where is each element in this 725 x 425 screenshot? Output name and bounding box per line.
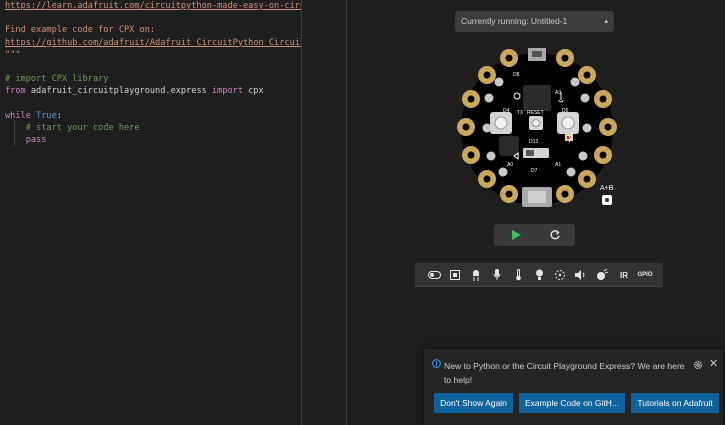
code-token: # start your code here (25, 122, 140, 133)
code-line[interactable]: """ (5, 49, 301, 61)
running-file-label: Currently running: Untitled-1 (461, 16, 568, 26)
microphone-icon[interactable] (490, 268, 504, 282)
gear-icon[interactable] (693, 360, 703, 370)
dont-show-again-button[interactable]: Don't Show Again (434, 393, 513, 413)
simulator-controls (494, 224, 575, 246)
speaker-icon[interactable] (574, 268, 588, 282)
reset-button (529, 116, 543, 130)
running-file-select[interactable]: Currently running: Untitled-1 ▴ (455, 11, 614, 32)
indent-guide (14, 120, 15, 146)
code-token: Find example code for CPX on: (5, 25, 156, 36)
refresh-icon[interactable] (549, 229, 561, 241)
motion-icon[interactable] (553, 268, 567, 282)
code-token: : (56, 110, 62, 121)
button-a (490, 112, 512, 134)
led-icon[interactable] (469, 268, 483, 282)
code-token: cpx (243, 86, 264, 97)
code-token: adafruit_circuitplayground.express (25, 86, 212, 97)
svg-text:A0: A0 (507, 162, 513, 168)
code-token: pass (25, 135, 47, 146)
svg-text:A1: A1 (555, 162, 561, 168)
code-lines[interactable]: https://learn.adafruit.com/circuitpython… (5, 0, 301, 146)
code-line[interactable]: from adafruit_circuitplayground.express … (5, 85, 301, 97)
code-line[interactable]: https://learn.adafruit.com/circuitpython… (5, 0, 301, 12)
tutorials-button[interactable]: Tutorials on Adafruit (631, 393, 719, 413)
code-token: https://github.com/adafruit/Adafruit_Cir… (5, 37, 301, 48)
code-token: """ (5, 49, 21, 60)
svg-text:D8: D8 (513, 72, 520, 78)
code-line[interactable]: pass (5, 134, 301, 146)
thermometer-icon[interactable] (511, 268, 525, 282)
info-icon (432, 359, 441, 368)
code-token: from (5, 86, 26, 97)
processor-chip (523, 85, 551, 111)
play-icon[interactable] (510, 229, 522, 241)
select-chevron-icon: ▴ (604, 18, 608, 25)
svg-text:TX: TX (517, 110, 524, 116)
code-line[interactable]: Find example code for CPX on: (5, 24, 301, 36)
editor-gutter (302, 0, 346, 425)
svg-text:A3: A3 (555, 90, 561, 96)
light-bulb-icon[interactable] (532, 268, 546, 282)
speaker (499, 136, 519, 156)
code-token: # import CPX library (5, 74, 109, 85)
example-code-button[interactable]: Example Code on GitH... (519, 393, 625, 413)
svg-text:D4: D4 (503, 108, 510, 114)
circuit-playground-board[interactable]: RESET TX D13 A0 D7 D5 D4 D8 A3 A1 (457, 48, 617, 210)
svg-text:D5: D5 (562, 108, 569, 114)
accelerometer-icon[interactable] (595, 268, 609, 282)
svg-text:D13: D13 (529, 139, 538, 145)
notification-message: New to Python or the Circuit Playground … (444, 361, 685, 385)
ab-button[interactable] (602, 195, 612, 205)
code-line[interactable]: while True: (5, 110, 301, 122)
code-line[interactable] (5, 61, 301, 73)
code-token: import (211, 86, 244, 97)
code-editor[interactable]: https://learn.adafruit.com/circuitpython… (0, 0, 301, 425)
close-icon[interactable]: ✕ (709, 358, 718, 370)
code-line[interactable] (5, 98, 301, 110)
button-icon[interactable] (448, 268, 462, 282)
switch-icon[interactable] (427, 268, 441, 282)
code-token: while (5, 110, 31, 121)
button-b (557, 112, 579, 134)
ir-icon[interactable]: IR (616, 268, 632, 282)
ab-label: A+B (600, 185, 614, 192)
code-line[interactable]: # start your code here (5, 122, 301, 134)
code-token: True (36, 110, 57, 121)
code-line[interactable] (5, 12, 301, 24)
svg-text:D7: D7 (531, 168, 538, 174)
code-line[interactable]: # import CPX library (5, 73, 301, 85)
code-token: https://learn.adafruit.com/circuitpython… (5, 1, 301, 11)
code-line[interactable]: https://github.com/adafruit/Adafruit_Cir… (5, 37, 301, 49)
gpio-icon[interactable]: GPIO (636, 268, 654, 282)
svg-text:RESET: RESET (527, 110, 544, 116)
